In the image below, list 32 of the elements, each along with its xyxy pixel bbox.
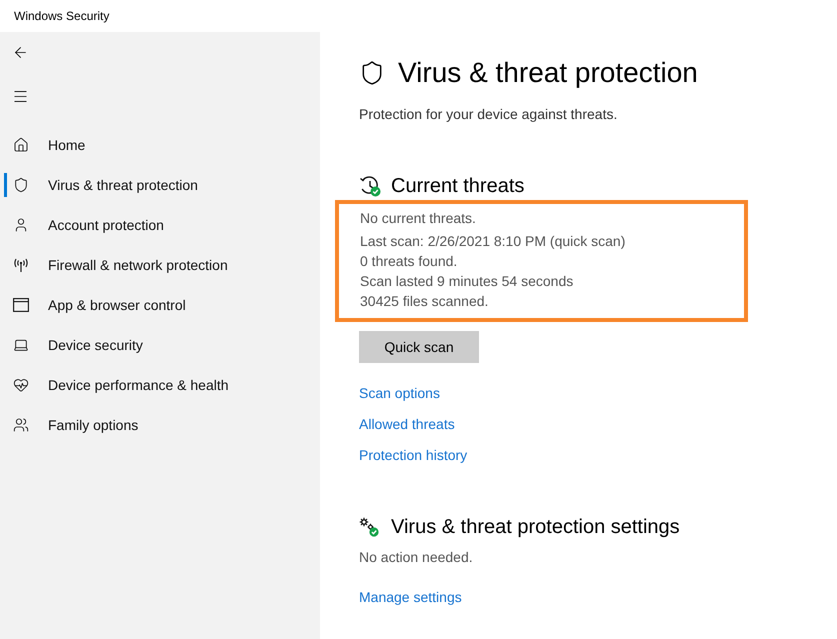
window-icon	[13, 298, 29, 312]
scan-detail-text: 0 threats found.	[360, 252, 458, 271]
link[interactable]: Allowed threats	[359, 414, 455, 434]
section-heading: Current threats	[391, 174, 524, 199]
heart-pulse-icon	[13, 377, 29, 393]
sidebar-item[interactable]: Device performance & health	[0, 365, 320, 405]
section-heading: Virus & threat protection settings	[391, 515, 680, 540]
scan-detail-text: Last scan: 2/26/2021 8:10 PM (quick scan)	[360, 232, 626, 251]
status-text: No current threats.	[360, 209, 476, 228]
sidebar-item[interactable]: Firewall & network protection	[0, 245, 320, 285]
page-title: Virus & threat protection	[398, 56, 698, 90]
sidebar-item[interactable]: Device security	[0, 325, 320, 365]
scan-detail-text: 30425 files scanned.	[360, 292, 488, 311]
link[interactable]: Protection history	[359, 445, 468, 465]
home-icon	[13, 137, 29, 153]
shield-icon	[13, 177, 29, 193]
scan-detail-text: Scan lasted 9 minutes 54 seconds	[360, 272, 574, 291]
laptop-icon	[13, 337, 29, 353]
person-icon	[13, 217, 29, 233]
sidebar-item[interactable]: Account protection	[0, 205, 320, 245]
sidebar-item[interactable]: Home	[0, 125, 320, 165]
status-text: No action needed.	[359, 548, 473, 567]
sidebar-item[interactable]: Family options	[0, 405, 320, 445]
link[interactable]: Manage settings	[359, 587, 462, 607]
quick-scan-button[interactable]: Quick scan	[359, 331, 479, 363]
link[interactable]: Scan options	[359, 383, 440, 403]
window-title: Windows Security	[14, 8, 110, 24]
sidebar-item[interactable]: Virus & threat protection	[0, 165, 320, 205]
sidebar-item[interactable]: App & browser control	[0, 285, 320, 325]
antenna-icon	[13, 257, 29, 273]
page-subtitle: Protection for your device against threats.	[359, 105, 618, 124]
people-icon	[13, 417, 29, 433]
